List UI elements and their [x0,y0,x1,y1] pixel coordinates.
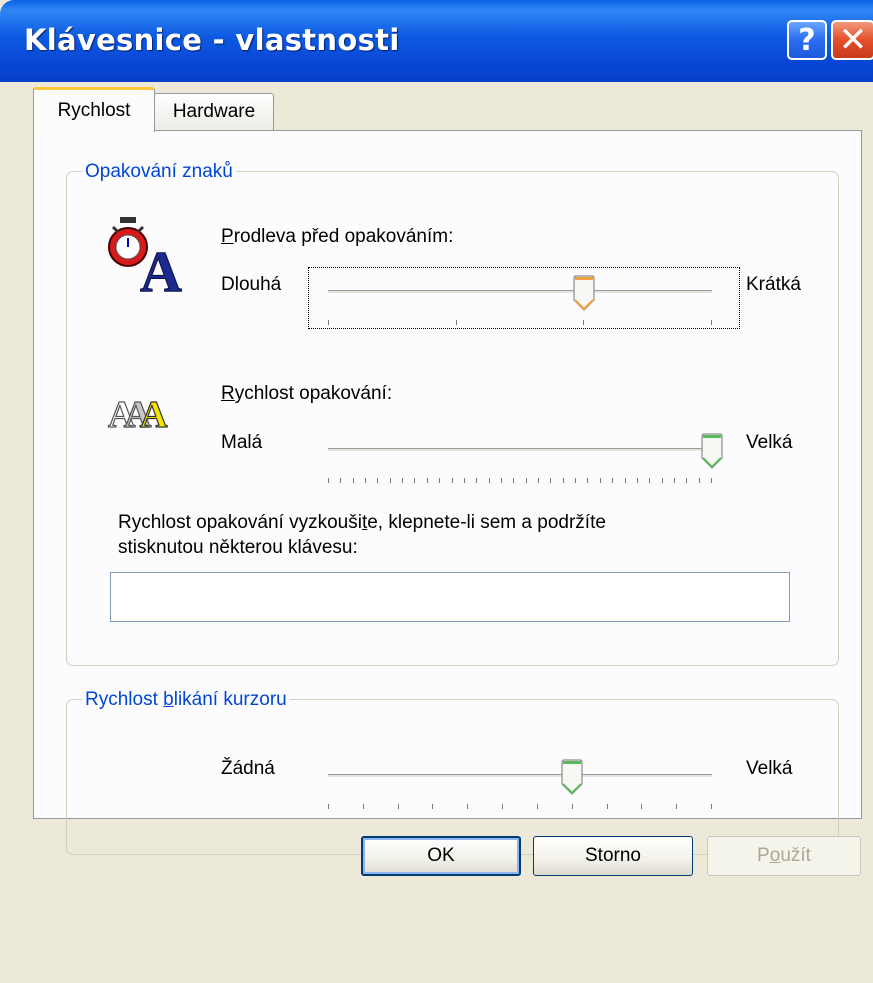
apply-button[interactable]: Po užít [707,836,861,876]
slider-thumb[interactable] [700,433,724,469]
slider-tick [328,320,329,325]
slider-tick [328,478,329,483]
slider-tick [501,478,502,483]
stopwatch-letter-a-icon: A [108,217,183,295]
slider-tick [641,804,642,809]
slider-tick [686,478,687,483]
test-instruction-line2: stisknutou některou klávesu: [118,537,358,558]
slider-tick [402,478,403,483]
slider-tick [583,320,584,325]
delay-label-text: rodleva před opakováním: [233,226,454,247]
test-instruction-text-a: Rychlost opakování vyzkouši [118,512,362,533]
repeating-letters-a-icon: A A A [107,393,168,436]
slider-tick [600,478,601,483]
slider-tick [398,804,399,809]
ok-button[interactable]: OK [361,836,521,876]
slider-tick [377,478,378,483]
slider-tick [563,478,564,483]
slider-tick [587,478,588,483]
delay-min-label: Dlouhá [221,274,282,295]
cursor-min-label: Žádná [221,758,275,779]
apply-mnemonic: o [769,845,781,866]
slider-tick [502,804,503,809]
cursor-title-text-a: Rychlost [85,689,164,710]
slider-tick [439,478,440,483]
slider-tick [365,478,366,483]
slider-tick [662,478,663,483]
rate-label-text: ychlost opakování: [234,383,393,404]
slider-tick [711,320,712,325]
cursor-max-label: Velká [746,758,793,779]
slider-tick [649,478,650,483]
slider-tick [699,478,700,483]
slider-tick [363,804,364,809]
slider-tick [676,804,677,809]
slider-tick [550,478,551,483]
rate-slider[interactable] [328,428,723,484]
slider-tick [452,478,453,483]
slider-tick [427,478,428,483]
slider-tick [353,478,354,483]
slider-tick [625,478,626,483]
delay-label-mnemonic: P [221,226,234,247]
cursor-title-text-b: likání kurzoru [173,689,287,710]
repeat-group-title: Opakování znaků [82,161,236,183]
repeat-test-input[interactable] [110,572,790,622]
rate-min-label: Malá [221,432,263,453]
slider-thumb[interactable] [560,759,584,795]
slider-track[interactable] [328,448,712,452]
rate-max-label: Velká [746,432,793,453]
apply-text-b: užít [780,845,811,866]
slider-tick [711,478,712,483]
slider-tick [464,478,465,483]
delay-slider[interactable] [328,270,712,326]
slider-track[interactable] [328,774,712,778]
slider-tick [432,804,433,809]
slider-tick [612,478,613,483]
slider-tick [572,804,573,809]
slider-tick [513,478,514,483]
cancel-button[interactable]: Storno [533,836,693,876]
slider-tick [711,804,712,809]
delay-max-label: Krátká [746,274,801,295]
slider-tick [340,478,341,483]
slider-tick [674,478,675,483]
slider-thumb[interactable] [572,275,596,311]
apply-text-a: P [757,845,770,866]
panel-content: Opakování znaků A Prodleva před opakován… [0,0,873,983]
slider-tick [390,478,391,483]
slider-tick [467,804,468,809]
slider-tick [538,478,539,483]
delay-label: Prodleva před opakováním: [221,226,453,248]
test-instruction-line1: Rychlost opakování vyzkoušite, klepnete-… [118,512,606,534]
rate-label-mnemonic: R [221,383,235,404]
slider-tick [414,478,415,483]
cursor-group-title: Rychlost blikání kurzoru [82,689,290,711]
cursor-title-mnemonic: b [163,689,174,710]
slider-tick [489,478,490,483]
slider-tick [456,320,457,325]
cursor-blink-slider[interactable] [328,754,712,810]
slider-track[interactable] [328,290,712,294]
slider-tick [328,804,329,809]
slider-tick [537,804,538,809]
slider-tick [575,478,576,483]
test-instruction-text-b: e, klepnete-li sem a podržíte [367,512,606,533]
slider-tick [476,478,477,483]
rate-label: Rychlost opakování: [221,383,392,405]
slider-tick [526,478,527,483]
slider-tick [637,478,638,483]
dialog-window: Klávesnice - vlastnosti ? ✕ Hardware Ryc… [0,0,873,983]
slider-tick [607,804,608,809]
svg-text:A: A [140,394,168,436]
